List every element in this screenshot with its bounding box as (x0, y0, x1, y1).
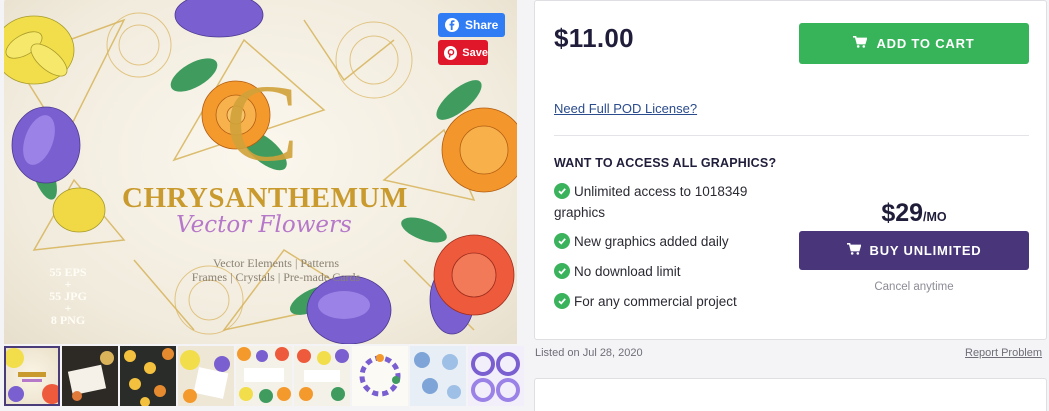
thumbnail[interactable] (62, 346, 118, 406)
thumbnail[interactable] (120, 346, 176, 406)
purchase-card: $11.00 ADD TO CART Need Full POD License… (534, 0, 1047, 340)
feature-text: New graphics added daily (574, 234, 729, 249)
listed-date: Listed on Jul 28, 2020 (535, 347, 643, 359)
check-icon (554, 293, 570, 309)
facebook-share-button[interactable]: Share (438, 13, 505, 37)
unlimited-price-period: /MO (923, 210, 947, 224)
cart-icon (846, 243, 861, 258)
check-icon (554, 233, 570, 249)
cart-icon (853, 36, 868, 51)
product-price: $11.00 (554, 23, 634, 53)
thumbnail[interactable] (410, 346, 466, 406)
unlimited-price-amount: $29 (881, 199, 924, 227)
unlimited-price: $29/MO (799, 199, 1029, 228)
feature-text: For any commercial project (574, 294, 737, 309)
feature-item: New graphics added daily (554, 231, 729, 252)
pinterest-icon (444, 45, 458, 60)
thumbnail[interactable] (294, 346, 350, 406)
monogram: C (225, 62, 298, 184)
pod-license-link[interactable]: Need Full POD License? (554, 101, 697, 116)
check-icon (554, 183, 570, 199)
product-page: C CHRYSANTHEMUM Vector Flowers Vector El… (0, 0, 1049, 411)
thumbnail[interactable] (352, 346, 408, 406)
thumbnail[interactable] (468, 346, 524, 406)
save-label: Save (462, 46, 488, 59)
secondary-card (534, 378, 1047, 411)
count-line: 8 PNG (50, 313, 86, 327)
buy-unlimited-label: BUY UNLIMITED (869, 243, 982, 258)
feature-text: Unlimited access to 1018349 (574, 184, 748, 199)
hero-feature-list: Vector Elements | Patterns Frames | Crys… (166, 256, 386, 284)
pinterest-save-button[interactable]: Save (438, 40, 488, 65)
feature-text: No download limit (574, 264, 681, 279)
hero-features-line: Vector Elements | Patterns (212, 256, 340, 270)
buy-unlimited-button[interactable]: BUY UNLIMITED (799, 231, 1029, 270)
feature-item: No download limit (554, 261, 681, 282)
thumbnail-strip (4, 346, 524, 406)
share-label: Share (465, 18, 499, 32)
thumbnail[interactable] (236, 346, 292, 406)
feature-item: Unlimited access to 1018349 graphics (554, 181, 794, 223)
add-to-cart-button[interactable]: ADD TO CART (799, 23, 1029, 64)
divider (554, 135, 1029, 136)
hero-file-counts: 55 EPS + 55 JPG + 8 PNG (40, 266, 96, 326)
add-to-cart-label: ADD TO CART (876, 36, 975, 51)
thumbnail[interactable] (178, 346, 234, 406)
thumbnail[interactable] (4, 346, 60, 406)
hero-title: CHRYSANTHEMUM (122, 182, 408, 214)
cancel-anytime-text: Cancel anytime (874, 281, 954, 293)
access-all-title: WANT TO ACCESS ALL GRAPHICS? (554, 156, 777, 170)
feature-text-wrap: graphics (554, 205, 606, 220)
check-icon (554, 263, 570, 279)
report-problem-link[interactable]: Report Problem (965, 347, 1042, 359)
hero-features-line: Frames | Crystals | Pre-made Cards (191, 270, 361, 284)
feature-item: For any commercial project (554, 291, 737, 312)
hero-subtitle: Vector Flowers (176, 212, 352, 238)
facebook-icon (445, 18, 459, 32)
